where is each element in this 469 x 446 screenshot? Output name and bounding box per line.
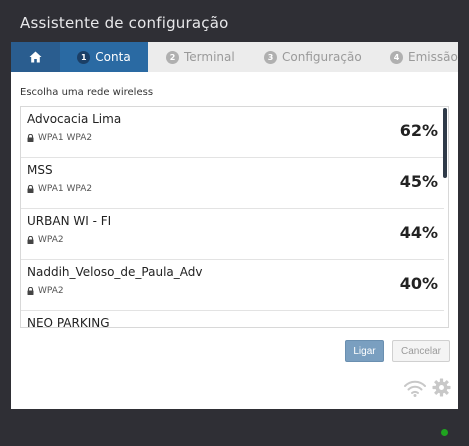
network-ssid: NEO PARKING [27,316,110,328]
network-security: WPA2 [27,286,64,296]
network-signal: 45% [399,172,438,191]
title-bar: Assistente de configuração [0,0,469,42]
step-number: 2 [166,50,179,64]
lock-icon [27,236,34,244]
network-signal: 40% [399,274,438,293]
network-security: WPA2 [27,235,64,245]
list-item[interactable]: MSS WPA1 WPA2 45% [21,158,444,209]
connection-status-indicator [441,429,448,436]
network-ssid: MSS [27,163,53,177]
tab-emissao[interactable]: 4 Emissão [390,42,458,72]
step-number: 4 [390,50,403,64]
network-ssid: URBAN WI - FI [27,214,112,228]
network-signal: 44% [399,223,438,242]
step-number: 3 [264,50,277,64]
tab-terminal[interactable]: 2 Terminal [166,42,235,72]
status-bar [0,409,469,446]
list-item[interactable]: Advocacia Lima WPA1 WPA2 62% [21,107,444,158]
list-item[interactable]: URBAN WI - FI WPA2 44% [21,209,444,260]
list-scrollbar[interactable] [443,108,447,178]
tab-home[interactable] [11,42,60,72]
gear-icon[interactable] [432,378,451,397]
list-item[interactable]: Naddih_Veloso_de_Paula_Adv WPA2 40% [21,260,444,311]
tab-label: Conta [95,50,131,64]
setup-wizard-window: Assistente de configuração 1 Conta 2 Ter… [0,0,469,446]
network-signal: 62% [399,121,438,140]
wifi-network-list[interactable]: Advocacia Lima WPA1 WPA2 62% MSS WPA1 WP… [20,106,449,328]
tab-label: Emissão [408,50,458,64]
network-security: WPA1 WPA2 [27,184,92,194]
lock-icon [27,287,34,295]
wizard-content: 1 Conta 2 Terminal 3 Configuração 4 Emis… [11,42,458,409]
tab-label: Terminal [184,50,235,64]
network-ssid: Naddih_Veloso_de_Paula_Adv [27,265,203,279]
wizard-steps: 1 Conta 2 Terminal 3 Configuração 4 Emis… [11,42,458,72]
wifi-icon[interactable] [404,379,426,397]
home-icon [29,51,42,63]
wifi-prompt: Escolha uma rede wireless [20,87,154,98]
lock-icon [27,185,34,193]
tab-conta[interactable]: 1 Conta [60,42,148,72]
connect-button[interactable]: Ligar [345,340,384,362]
cancel-button[interactable]: Cancelar [392,340,450,362]
window-title: Assistente de configuração [20,14,229,32]
step-number: 1 [77,50,91,64]
tab-label: Configuração [282,50,362,64]
network-security: WPA1 WPA2 [27,133,92,143]
list-item[interactable]: NEO PARKING [21,311,444,328]
tab-configuracao[interactable]: 3 Configuração [264,42,362,72]
network-ssid: Advocacia Lima [27,112,122,126]
lock-icon [27,134,34,142]
